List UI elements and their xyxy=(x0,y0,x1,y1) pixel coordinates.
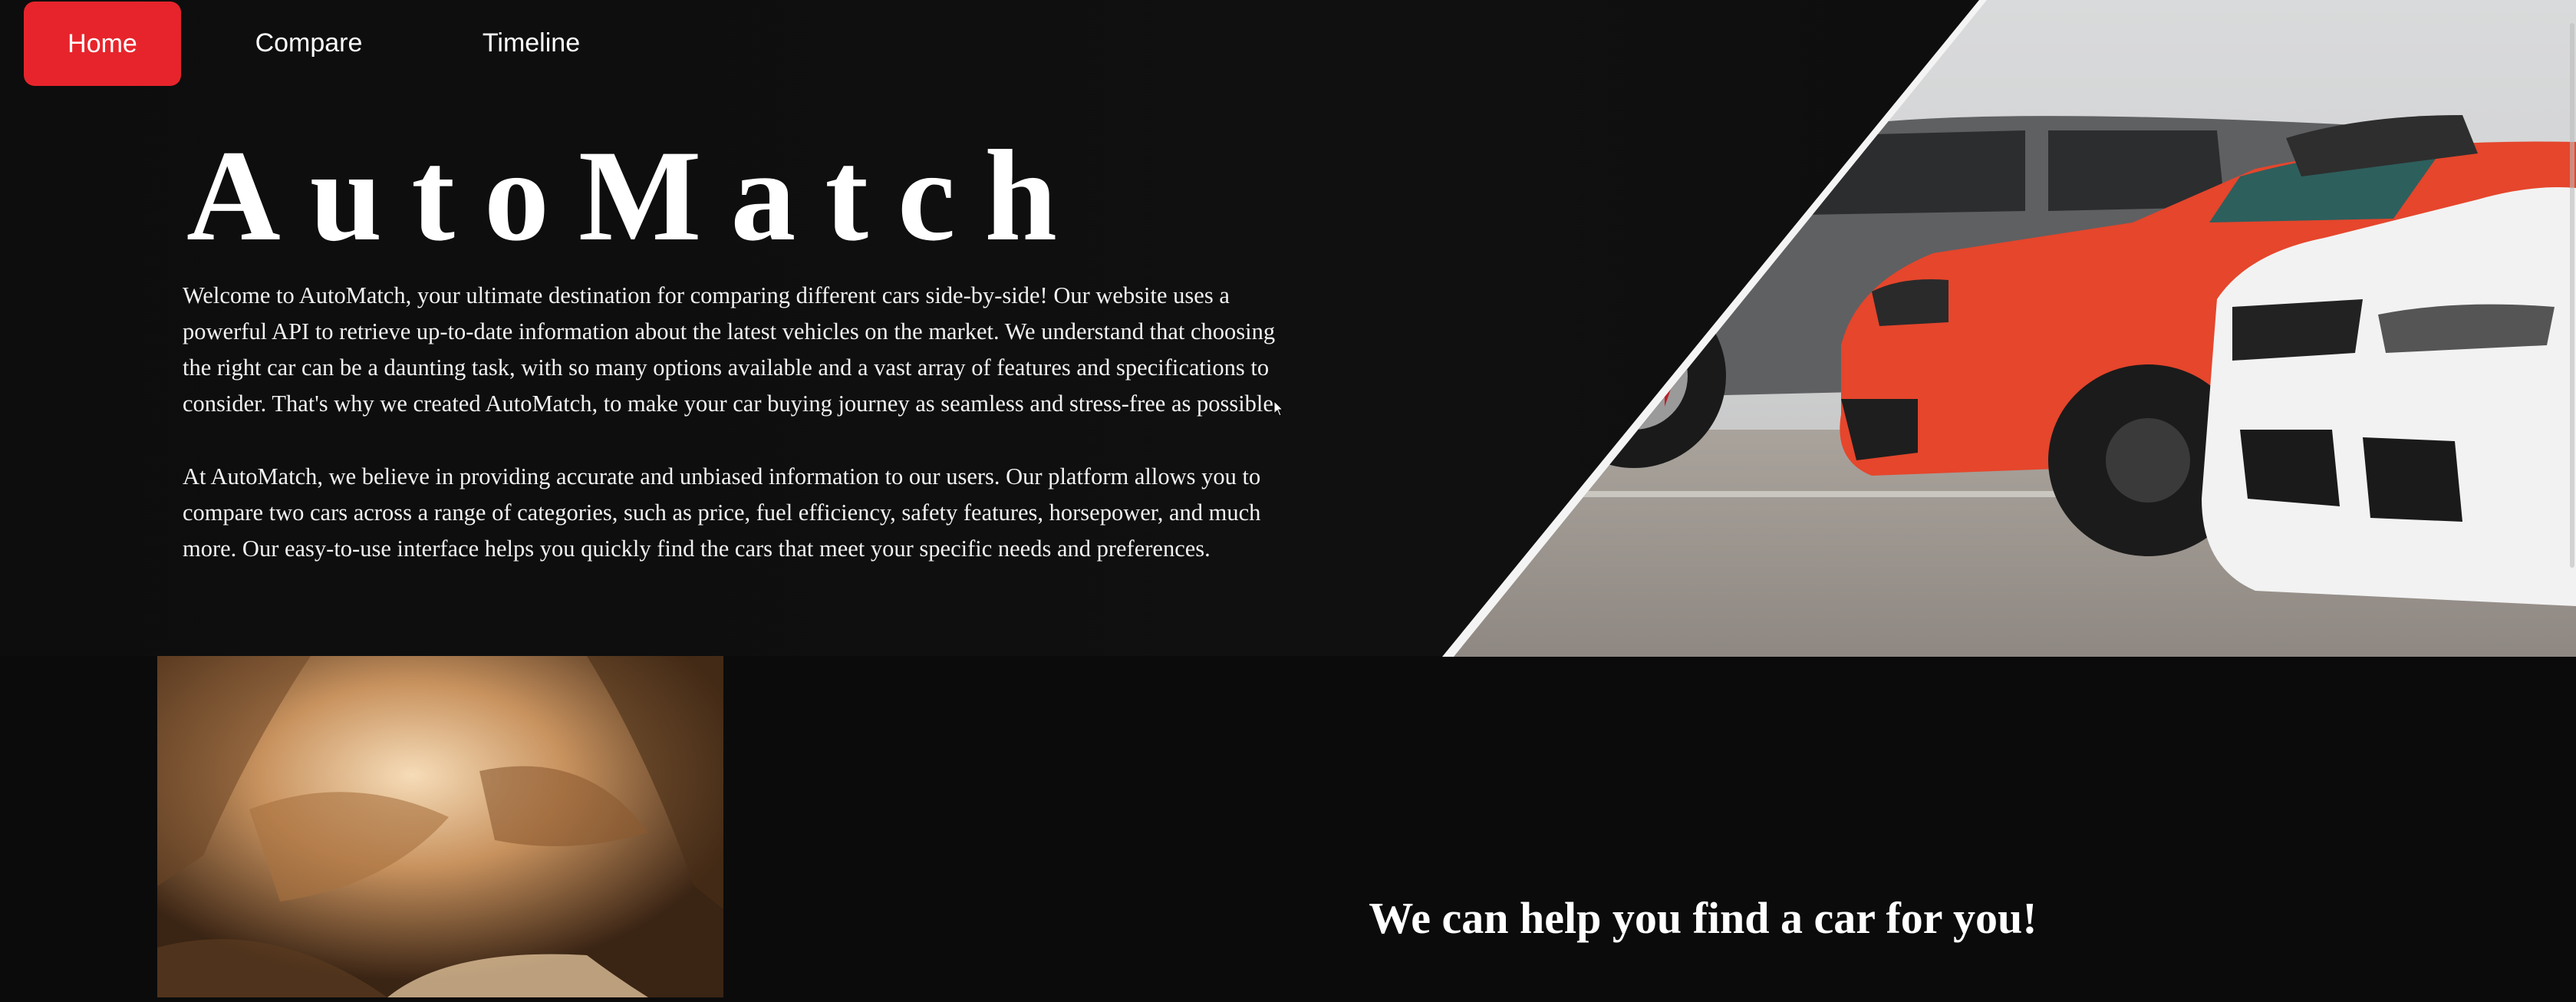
page: Home Compare Timeline AutoMatch Welcome … xyxy=(0,0,2576,1002)
hero-mission-line: compare two cars across a range of categ… xyxy=(183,499,1261,526)
hero-title: AutoMatch xyxy=(186,124,1086,268)
hero-intro-line: consider. That's why we created AutoMatc… xyxy=(183,391,1280,417)
hero-intro-line: powerful API to retrieve up-to-date info… xyxy=(183,318,1276,344)
hero-mission-line: At AutoMatch, we believe in providing ac… xyxy=(183,463,1261,489)
cars-hero-image xyxy=(1442,0,2576,657)
nav-timeline-button[interactable]: Timeline xyxy=(468,0,595,86)
mouse-cursor-icon xyxy=(1273,400,1284,417)
hero-intro-line: Welcome to AutoMatch, your ultimate dest… xyxy=(183,282,1230,308)
nav-compare-button[interactable]: Compare xyxy=(245,0,372,86)
hero-intro-line: the right car can be a daunting task, wi… xyxy=(183,354,1270,381)
hero-mission-line: more. Our easy-to-use interface helps yo… xyxy=(183,536,1211,562)
scrollbar[interactable] xyxy=(2570,23,2574,568)
hero-intro-paragraph: Welcome to AutoMatch, your ultimate dest… xyxy=(183,278,1333,422)
nav-home-button[interactable]: Home xyxy=(24,2,181,86)
autumn-road-image xyxy=(157,656,723,997)
section-heading: We can help you find a car for you! xyxy=(1369,893,2037,943)
hero-mission-paragraph: At AutoMatch, we believe in providing ac… xyxy=(183,459,1333,567)
